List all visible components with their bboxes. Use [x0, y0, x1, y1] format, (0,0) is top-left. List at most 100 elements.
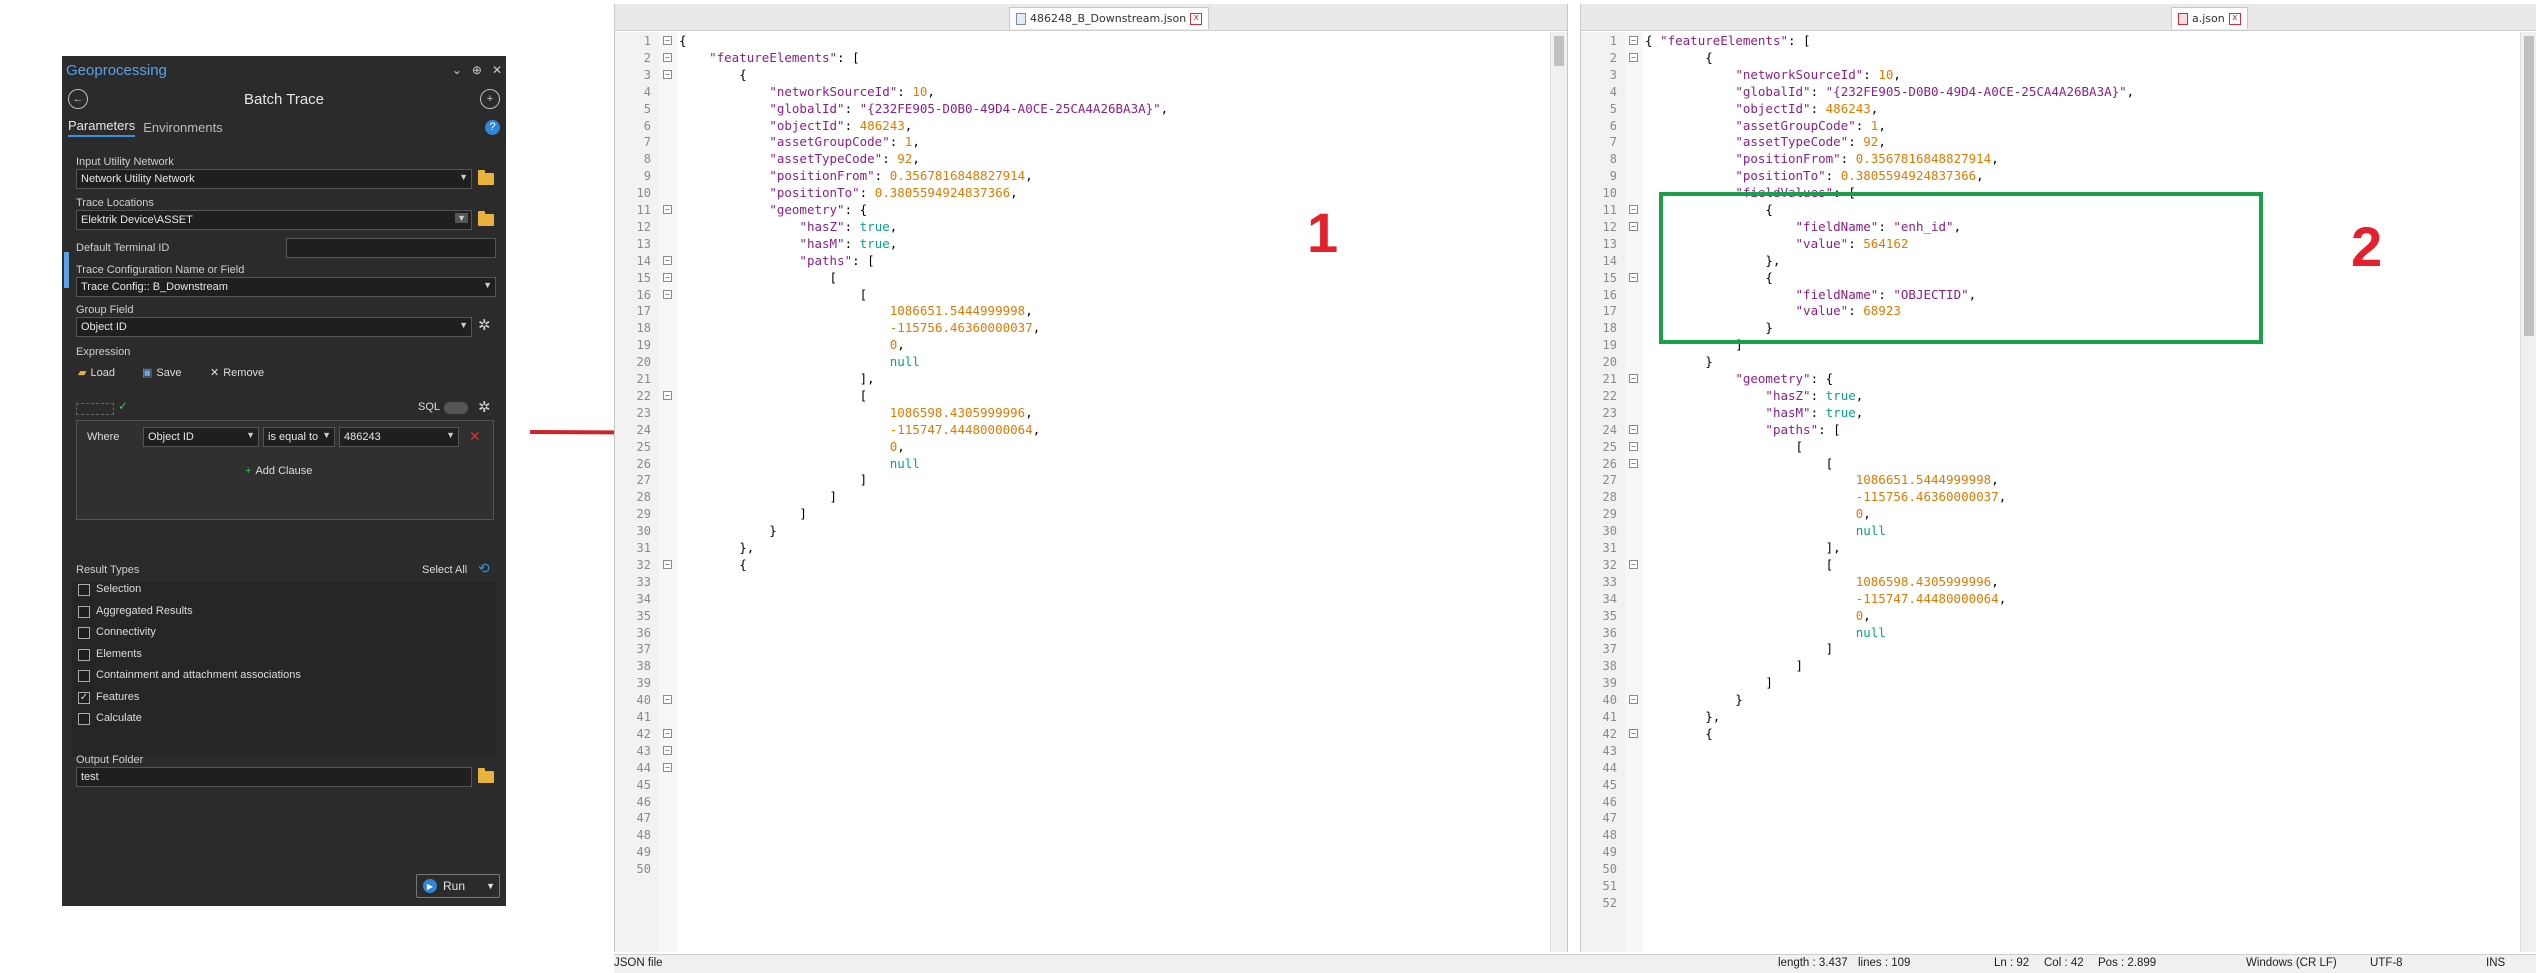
- code-line: 27 ]: [615, 471, 1549, 489]
- output-folder-input[interactable]: test: [76, 767, 472, 787]
- fold-toggle-icon[interactable]: −: [1629, 36, 1638, 45]
- code-line: 32 − [: [1581, 556, 2519, 574]
- code-line: 48: [1581, 826, 2519, 844]
- folder-icon[interactable]: [478, 768, 494, 783]
- delete-clause-icon[interactable]: ✕: [469, 428, 481, 445]
- clause-mode-icon[interactable]: [76, 403, 114, 415]
- result-type-checkbox[interactable]: [78, 584, 90, 596]
- fold-toggle-icon[interactable]: −: [1629, 695, 1638, 705]
- tab-parameters[interactable]: Parameters: [68, 118, 136, 137]
- add-button[interactable]: +: [480, 89, 500, 109]
- line-number: 11: [1602, 203, 1617, 217]
- line-number: 23: [1602, 405, 1617, 420]
- code-text: "networkSourceId": 10,: [769, 83, 935, 99]
- file-tab[interactable]: a.json x: [2171, 7, 2248, 29]
- fold-toggle-icon[interactable]: −: [1629, 374, 1638, 383]
- fold-toggle-icon[interactable]: −: [663, 559, 672, 569]
- close-tab-icon[interactable]: x: [2228, 12, 2241, 25]
- select-all-button[interactable]: Select All: [422, 564, 467, 576]
- code-text: {: [1645, 725, 1713, 741]
- fold-toggle-icon[interactable]: −: [663, 695, 672, 705]
- fold-toggle-icon[interactable]: −: [663, 390, 672, 400]
- fold-toggle-icon[interactable]: −: [1629, 205, 1638, 214]
- tab-strip: a.json x: [1581, 4, 2536, 31]
- input-utility-network-select[interactable]: Network Utility Network ▼: [76, 169, 472, 189]
- close-tab-icon[interactable]: x: [1190, 12, 1203, 25]
- default-terminal-id-input[interactable]: [286, 238, 496, 258]
- close-icon[interactable]: ✕: [492, 63, 502, 77]
- clause-operator-select[interactable]: is equal to ▼: [263, 427, 335, 447]
- pin-icon[interactable]: ⊕: [472, 63, 482, 77]
- vertical-scrollbar[interactable]: [1550, 32, 1567, 952]
- scroll-thumb[interactable]: [2524, 36, 2534, 336]
- clause-field-select[interactable]: Object ID ▼: [143, 427, 259, 447]
- fold-toggle-icon[interactable]: −: [663, 728, 672, 738]
- sql-toggle[interactable]: [444, 402, 468, 414]
- vertical-scrollbar[interactable]: [2520, 32, 2536, 952]
- tab-environments[interactable]: Environments: [143, 120, 222, 135]
- code-text: [: [679, 269, 838, 285]
- fold-toggle-icon[interactable]: −: [663, 255, 672, 265]
- chevron-down-icon[interactable]: ▼: [455, 213, 468, 223]
- result-type-checkbox[interactable]: ✓: [78, 691, 90, 704]
- scroll-thumb[interactable]: [1554, 36, 1564, 66]
- fold-toggle-icon[interactable]: −: [1629, 424, 1638, 434]
- fold-toggle-icon[interactable]: −: [663, 272, 672, 282]
- folder-icon[interactable]: [478, 211, 494, 226]
- code-line: 42 − {: [1581, 725, 2519, 743]
- line-number: 8: [1609, 152, 1617, 167]
- load-button[interactable]: ▰ Load: [78, 366, 115, 380]
- code-area[interactable]: 1−{2− "featureElements": [3− {4 "network…: [615, 32, 1549, 952]
- fold-toggle-icon[interactable]: −: [663, 36, 672, 45]
- gear-icon[interactable]: ✲: [478, 398, 491, 416]
- clause-value-select[interactable]: 486243 ▼: [339, 427, 459, 447]
- chevron-down-icon[interactable]: ▼: [486, 881, 495, 891]
- pane-menu-icon[interactable]: ⌄: [452, 63, 462, 77]
- code-text: ],: [1645, 540, 1841, 555]
- group-field-select[interactable]: Object ID ▼: [76, 317, 472, 337]
- trace-config-select[interactable]: Trace Config:: B_Downstream ▼: [76, 277, 496, 297]
- code-line: 7 "assetTypeCode": 92,: [1581, 133, 2519, 151]
- fold-toggle-icon[interactable]: −: [1629, 52, 1638, 62]
- fold-toggle-icon[interactable]: −: [1629, 559, 1638, 569]
- code-text: [: [1645, 438, 1804, 454]
- line-number: 6: [643, 118, 651, 133]
- fold-toggle-icon[interactable]: −: [1629, 272, 1638, 282]
- code-line: 34 -115747.44480000064,: [1581, 590, 2519, 608]
- add-clause-button[interactable]: + Add Clause: [245, 465, 312, 477]
- result-type-checkbox[interactable]: [78, 627, 90, 639]
- result-type-checkbox[interactable]: [78, 605, 90, 618]
- fold-toggle-icon[interactable]: −: [663, 205, 672, 214]
- result-type-checkbox[interactable]: [78, 713, 90, 725]
- trace-locations-input[interactable]: Elektrik Device\ASSET ▼: [76, 210, 472, 230]
- fold-toggle-icon[interactable]: −: [1629, 728, 1638, 738]
- gear-icon[interactable]: ✲: [478, 316, 491, 334]
- folder-icon[interactable]: [478, 170, 494, 185]
- fold-toggle-icon[interactable]: −: [663, 52, 672, 62]
- fold-toggle-icon[interactable]: −: [663, 289, 672, 299]
- fold-toggle-icon[interactable]: −: [1629, 221, 1638, 231]
- file-tab[interactable]: 486248_B_Downstream.json x: [1009, 7, 1210, 29]
- line-number: 14: [1602, 253, 1617, 268]
- code-area[interactable]: 1−{ "featureElements": [2− {3 "networkSo…: [1581, 32, 2519, 952]
- tool-tabs: Parameters Environments ?: [62, 114, 506, 140]
- back-button[interactable]: ←: [68, 89, 88, 109]
- code-text: ],: [679, 371, 875, 386]
- code-line: 25 − [: [1581, 438, 2519, 456]
- line-number: 4: [643, 84, 651, 99]
- line-number: 40: [1602, 693, 1617, 708]
- save-button[interactable]: ▣ Save: [142, 366, 181, 380]
- fold-toggle-icon[interactable]: −: [663, 69, 672, 79]
- result-type-checkbox[interactable]: [78, 648, 90, 661]
- fold-toggle-icon[interactable]: −: [1629, 441, 1638, 451]
- line-number: 11: [636, 203, 651, 217]
- remove-button[interactable]: ✕ Remove: [210, 366, 264, 380]
- code-text: "networkSourceId": 10,: [1735, 66, 1901, 82]
- run-button[interactable]: ▶ Run ▼: [416, 874, 500, 898]
- reset-icon[interactable]: ⟲: [478, 560, 490, 577]
- fold-toggle-icon[interactable]: −: [1629, 458, 1638, 468]
- help-icon[interactable]: ?: [485, 119, 500, 135]
- fold-toggle-icon[interactable]: −: [663, 762, 672, 772]
- fold-toggle-icon[interactable]: −: [663, 745, 672, 755]
- result-type-checkbox[interactable]: [78, 670, 90, 682]
